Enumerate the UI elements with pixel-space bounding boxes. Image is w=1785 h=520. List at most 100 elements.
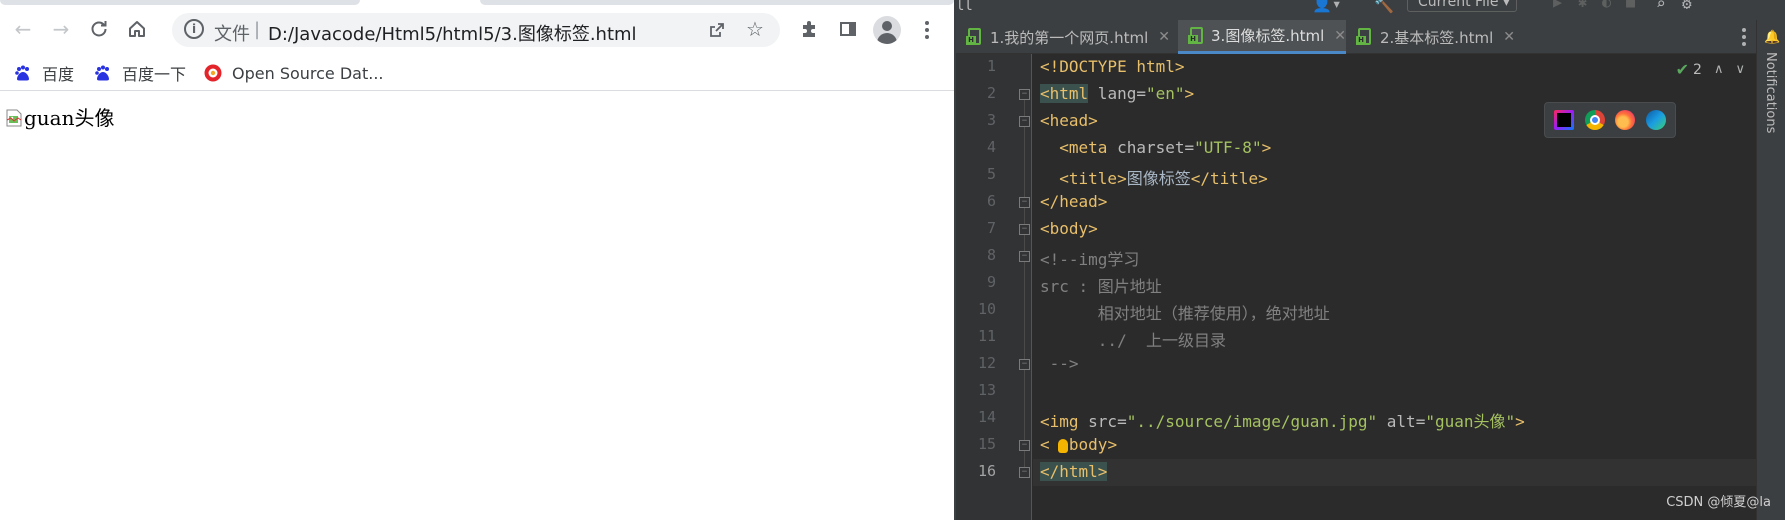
code-line-10: 相对地址（推荐使用），绝对地址 — [1040, 304, 1330, 323]
fold-marker-icon[interactable]: − — [1019, 251, 1030, 262]
home-icon[interactable] — [122, 14, 152, 44]
coverage-icon[interactable]: ◐ — [1602, 0, 1611, 11]
code-line-12: --> — [1040, 354, 1079, 373]
extensions-puzzle-icon[interactable] — [795, 15, 823, 43]
browser-menu-icon[interactable] — [917, 17, 937, 43]
next-highlight-icon[interactable]: ∨ — [1735, 62, 1745, 77]
line-number: 15 — [977, 435, 996, 453]
run-config-select[interactable]: Current File ▾ — [1407, 0, 1517, 12]
bookmark-label: 百度一下 — [122, 65, 187, 84]
tab-file-2[interactable]: H 2.基本标签.html ✕ — [1346, 20, 1516, 54]
bell-icon[interactable]: 🔔 — [1764, 30, 1780, 45]
line-number: 6 — [986, 192, 996, 210]
code-line-11: ../ 上一级目录 — [1040, 331, 1226, 350]
code-line-1: <!DOCTYPE html> — [1040, 57, 1185, 76]
fold-marker-icon[interactable]: − — [1019, 467, 1030, 478]
address-bar[interactable]: i 文件 | D:/Javacode/Html5/html5/3.图像标签.ht… — [172, 13, 780, 47]
code-line-9: src : 图片地址 — [1040, 277, 1162, 296]
tab-close-icon[interactable]: ✕ — [1334, 28, 1346, 44]
firefox-icon[interactable] — [1615, 110, 1636, 130]
watermark: CSDN @倾夏@la — [1666, 495, 1771, 510]
fold-guide — [1024, 96, 1025, 476]
code-with-me-icon[interactable]: 👤▾ — [1312, 0, 1342, 13]
browser-toolbar: ← → i 文件 | D:/Javacode/Html5/html5/3.图像标… — [0, 5, 954, 55]
tab-close-icon[interactable]: ✕ — [1503, 29, 1515, 45]
page-content: guan头像 — [0, 92, 954, 520]
line-number: 12 — [977, 354, 996, 372]
fold-marker-icon[interactable]: − — [1019, 89, 1030, 100]
line-number: 3 — [986, 111, 996, 129]
address-scheme-label: 文件 — [214, 24, 250, 45]
intellij-builtin-preview-icon[interactable] — [1554, 110, 1575, 130]
intention-bulb-icon[interactable] — [1058, 439, 1068, 453]
ide-main-toolbar: ll 👤▾ 🔨 Current File ▾ ▶ ✱ ◐ ■ ⌕ ⚙ — [956, 0, 1785, 20]
line-number: 13 — [977, 381, 996, 399]
site-info-icon[interactable]: i — [184, 19, 204, 39]
avatar-body — [877, 33, 897, 44]
fold-marker-icon[interactable]: − — [1019, 116, 1030, 127]
address-url[interactable]: D:/Javacode/Html5/html5/3.图像标签.html — [268, 20, 637, 46]
line-number: 10 — [977, 300, 996, 318]
settings-gear-icon[interactable]: ⚙ — [1682, 0, 1692, 13]
ide-window: ll 👤▾ 🔨 Current File ▾ ▶ ✱ ◐ ■ ⌕ ⚙ H 1.我… — [956, 0, 1785, 520]
tab-close-icon[interactable]: ✕ — [1158, 29, 1170, 45]
tab-label: 1.我的第一个网页.html — [990, 28, 1149, 47]
line-number: 2 — [986, 84, 996, 102]
edge-icon[interactable] — [1645, 110, 1666, 130]
run-icon[interactable]: ▶ — [1553, 0, 1562, 11]
tab-file-1[interactable]: H 1.我的第一个网页.html ✕ — [956, 20, 1178, 54]
fold-marker-icon[interactable]: − — [1019, 224, 1030, 235]
fold-marker-icon[interactable]: − — [1019, 440, 1030, 451]
stop-icon[interactable]: ■ — [1626, 0, 1635, 11]
bookmark-open-source-data[interactable]: Open Source Dat... — [204, 60, 384, 86]
line-number: 5 — [986, 165, 996, 183]
debug-icon[interactable]: ✱ — [1578, 0, 1587, 11]
previous-highlight-icon[interactable]: ∧ — [1714, 62, 1724, 77]
forward-arrow-icon[interactable]: → — [46, 14, 76, 44]
bookmarks-bar: 百度 百度一下 Open Source Dat... — [0, 55, 954, 91]
search-everywhere-icon[interactable]: ⌕ — [1656, 0, 1666, 13]
code-line-16: </html> — [1040, 462, 1108, 481]
browser-window: ← → i 文件 | D:/Javacode/Html5/html5/3.图像标… — [0, 0, 954, 520]
share-icon[interactable] — [706, 19, 728, 41]
code-line-4: <meta charset="UTF-8"> — [1059, 138, 1272, 157]
inspection-widget[interactable]: ✔ 2 ∧ ∨ — [1676, 60, 1745, 79]
baidu-paw-icon — [14, 64, 32, 82]
build-hammer-icon[interactable]: 🔨 — [1374, 0, 1394, 14]
back-arrow-icon[interactable]: ← — [8, 14, 38, 44]
code-line-2: <html lang="en"> — [1040, 84, 1195, 103]
toolbar-edge: ll — [956, 0, 973, 14]
chrome-icon[interactable] — [1584, 110, 1605, 130]
tab-file-3[interactable]: H 3.图像标签.html ✕ — [1178, 20, 1346, 54]
reload-icon[interactable] — [84, 14, 114, 44]
line-number: 9 — [986, 273, 996, 291]
broken-image-alt-text: guan头像 — [24, 106, 115, 130]
notifications-tab[interactable]: Notifications — [1763, 52, 1778, 133]
code-line-15: < body> — [1040, 435, 1118, 454]
baidu-paw-icon — [94, 64, 112, 82]
profile-avatar-icon[interactable] — [873, 16, 901, 44]
avatar-head — [882, 21, 892, 31]
line-number: 4 — [986, 138, 996, 156]
fold-marker-icon[interactable]: − — [1019, 197, 1030, 208]
editor-tab-bar: H 1.我的第一个网页.html ✕ H 3.图像标签.html ✕ H 2.基… — [956, 20, 1756, 54]
bookmark-star-icon[interactable]: ☆ — [744, 17, 766, 41]
line-number: 11 — [977, 327, 996, 345]
current-line-highlight — [1033, 459, 1757, 486]
bookmark-baidu[interactable]: 百度 — [14, 60, 74, 86]
code-editor[interactable]: <!DOCTYPE html> <html lang="en"> <head> … — [1033, 54, 1757, 520]
tab-options-icon[interactable] — [1742, 27, 1748, 47]
bookmark-label: 百度 — [42, 65, 75, 84]
line-number: 14 — [977, 408, 996, 426]
inspection-count: 2 — [1693, 61, 1702, 78]
bookmark-label: Open Source Dat... — [232, 63, 384, 83]
fold-marker-icon[interactable]: − — [1019, 359, 1030, 370]
side-panel-icon[interactable] — [834, 15, 862, 43]
bookmark-baidu-search[interactable]: 百度一下 — [94, 60, 186, 86]
code-line-6: </head> — [1040, 192, 1108, 211]
broken-image: guan头像 — [6, 102, 115, 131]
address-separator: | — [254, 19, 261, 40]
code-line-7: <body> — [1040, 219, 1098, 238]
line-number-gutter: 1 2 3 4 5 6 7 8 9 10 11 12 13 14 15 16 −… — [956, 54, 1032, 520]
code-line-14: <img src="../source/image/guan.jpg" alt=… — [1040, 412, 1525, 431]
